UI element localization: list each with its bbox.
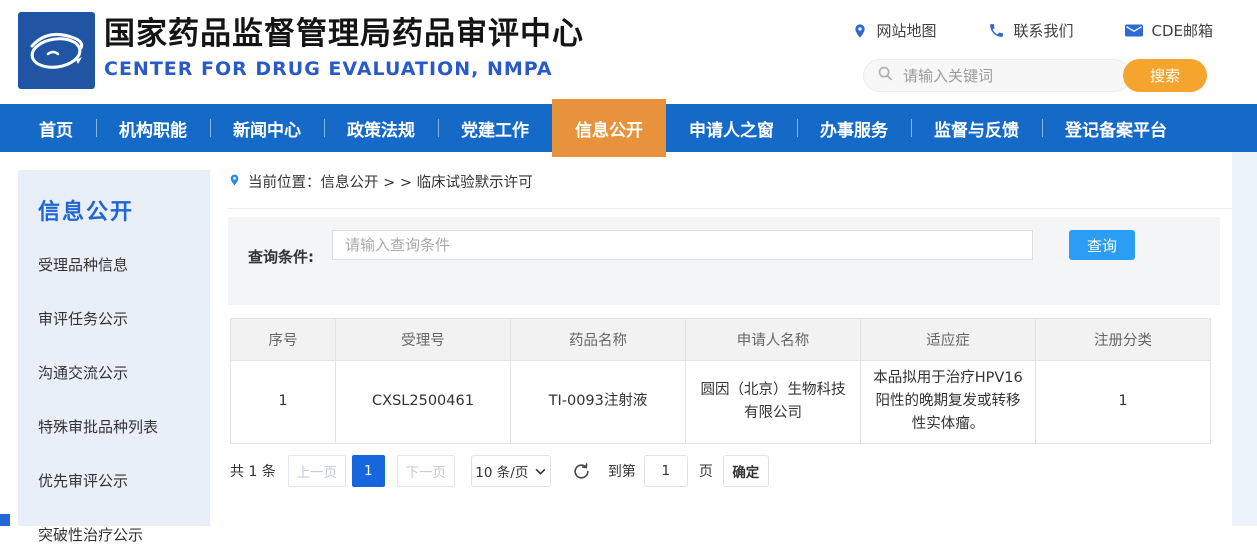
query-panel: 查询条件: 查询 [228, 217, 1220, 305]
contact-us-link-label: 联系我们 [1013, 22, 1074, 40]
nav-item-info-disclosure[interactable]: 信息公开 [552, 99, 666, 157]
cell-index: 1 [230, 360, 336, 444]
search-icon [877, 65, 894, 86]
cde-logo-icon [18, 12, 95, 89]
results-table: 序号 受理号 药品名称 申请人名称 适应症 注册分类 1 CXSL2500461… [230, 318, 1211, 444]
main-nav: 首页 机构职能 新闻中心 政策法规 党建工作 信息公开 申请人之窗 办事服务 监… [0, 99, 1257, 157]
nav-item-functions[interactable]: 机构职能 [96, 104, 210, 152]
next-page-button[interactable]: 下一页 [396, 455, 455, 487]
nav-item-party-building[interactable]: 党建工作 [438, 104, 552, 152]
column-header-drug-name: 药品名称 [510, 318, 686, 361]
cde-mail-link[interactable]: CDE邮箱 [1125, 20, 1213, 41]
nav-item-applicant-window[interactable]: 申请人之窗 [666, 104, 797, 152]
sidebar: 信息公开 受理品种信息 审评任务公示 沟通交流公示 特殊审批品种列表 优先审评公… [18, 170, 210, 544]
floating-widget [0, 514, 10, 526]
table-row: 1 CXSL2500461 TI-0093注射液 圆因（北京）生物科技有限公司 … [230, 360, 1211, 444]
location-pin-icon [852, 22, 868, 40]
cell-applicant: 圆因（北京）生物科技有限公司 [685, 360, 861, 444]
location-pin-icon [228, 172, 241, 192]
nav-item-policies[interactable]: 政策法规 [324, 104, 438, 152]
cde-mail-link-label: CDE邮箱 [1151, 22, 1213, 40]
breadcrumb: 当前位置：信息公开 > > 临床试验默示许可 [228, 171, 533, 192]
sidebar-item-accepted-products[interactable]: 受理品种信息 [38, 254, 210, 275]
sitemap-link[interactable]: 网站地图 [852, 20, 936, 41]
goto-unit-label: 页 [698, 464, 713, 480]
nav-item-home[interactable]: 首页 [16, 104, 96, 152]
search-placeholder: 请输入关键词 [903, 67, 994, 85]
sidebar-title: 信息公开 [38, 200, 135, 225]
sidebar-item-breakthrough-therapy[interactable]: 突破性治疗公示 [38, 524, 210, 545]
column-header-acceptance-no: 受理号 [335, 318, 511, 361]
header-quick-links: 网站地图 联系我们 CDE邮箱 [852, 20, 1213, 41]
contact-us-link[interactable]: 联系我们 [988, 20, 1073, 41]
sidebar-item-priority-review[interactable]: 优先审评公示 [38, 470, 210, 491]
pagination-bar: 共 1 条 上一页 1 下一页 10 条/页 到第 页 确定 [230, 455, 769, 487]
query-condition-input[interactable] [332, 230, 1033, 260]
prev-page-button[interactable]: 上一页 [287, 455, 346, 487]
current-page-button[interactable]: 1 [351, 455, 385, 487]
sitemap-link-label: 网站地图 [876, 22, 937, 40]
site-subtitle: CENTER FOR DRUG EVALUATION, NMPA [104, 58, 553, 81]
keyword-search-input[interactable]: 请输入关键词 [863, 59, 1131, 92]
sidebar-item-communication[interactable]: 沟通交流公示 [38, 362, 210, 383]
refresh-icon[interactable] [572, 461, 592, 481]
sidebar-item-special-approval[interactable]: 特殊审批品种列表 [38, 416, 210, 437]
nav-item-supervision-feedback[interactable]: 监督与反馈 [911, 104, 1042, 152]
confirm-button[interactable]: 确定 [722, 455, 769, 487]
site-header: 国家药品监督管理局药品审评中心 CENTER FOR DRUG EVALUATI… [0, 0, 1257, 104]
page-size-value: 10 条/页 [475, 465, 529, 481]
cell-registration-class: 1 [1035, 360, 1211, 444]
nav-item-services[interactable]: 办事服务 [797, 104, 911, 152]
goto-label: 到第 [607, 464, 636, 480]
table-header-row: 序号 受理号 药品名称 申请人名称 适应症 注册分类 [230, 318, 1211, 361]
breadcrumb-divider [228, 208, 1232, 209]
nav-item-registration-platform[interactable]: 登记备案平台 [1042, 104, 1190, 152]
site-title: 国家药品监督管理局药品审评中心 [104, 16, 584, 52]
query-button[interactable]: 查询 [1069, 230, 1135, 260]
chevron-down-icon [535, 463, 546, 479]
column-header-index: 序号 [230, 318, 336, 361]
sidebar-item-review-tasks[interactable]: 审评任务公示 [38, 308, 210, 329]
nav-item-news[interactable]: 新闻中心 [210, 104, 324, 152]
cell-indication: 本品拟用于治疗HPV16阳性的晚期复发或转移性实体瘤。 [860, 360, 1036, 444]
breadcrumb-text: 当前位置：信息公开 > > 临床试验默示许可 [248, 175, 533, 191]
goto-page-input[interactable] [643, 455, 688, 487]
cell-acceptance-no: CXSL2500461 [335, 360, 511, 444]
page-background-strip [1232, 152, 1257, 526]
page-size-select[interactable]: 10 条/页 [470, 455, 551, 487]
phone-icon [988, 22, 1005, 39]
cell-drug-name: TI-0093注射液 [510, 360, 686, 444]
column-header-registration-class: 注册分类 [1035, 318, 1211, 361]
search-button[interactable]: 搜索 [1123, 59, 1207, 92]
mail-icon [1125, 23, 1144, 38]
query-condition-label: 查询条件: [248, 248, 314, 266]
column-header-indication: 适应症 [860, 318, 1036, 361]
column-header-applicant: 申请人名称 [685, 318, 861, 361]
pagination-total: 共 1 条 [230, 464, 276, 480]
